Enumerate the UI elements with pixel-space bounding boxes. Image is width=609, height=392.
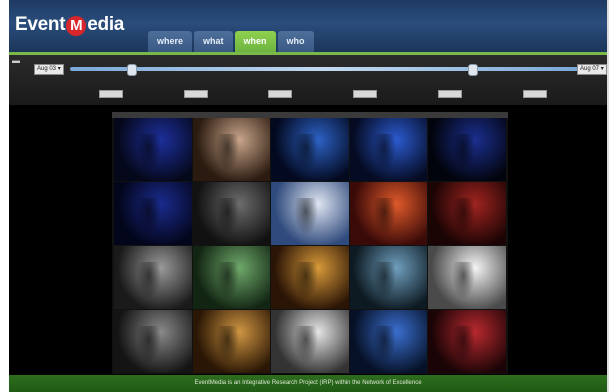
- collapse-icon[interactable]: ▬: [12, 57, 20, 65]
- photo-thumbnail[interactable]: [114, 182, 192, 245]
- eventmedia-app: Event Media where what when who ▬ Aug 03 …: [9, 0, 607, 392]
- photo-thumbnail[interactable]: [349, 246, 428, 309]
- photo-thumbnail[interactable]: [271, 182, 349, 245]
- photo-thumbnail[interactable]: [349, 310, 428, 373]
- tab-what[interactable]: what: [194, 31, 233, 52]
- end-date-label: Aug 07: [580, 66, 600, 72]
- photo-thumbnail[interactable]: [271, 310, 349, 373]
- photo-thumbnail[interactable]: [271, 246, 349, 309]
- browser-viewport: Event Media where what when who ▬ Aug 03 …: [0, 0, 609, 392]
- timeline-tick: [99, 90, 123, 98]
- tab-when[interactable]: when: [234, 31, 276, 52]
- footer-text-after: Network of Excellence: [362, 380, 422, 386]
- end-date-select[interactable]: Aug 07 ▾: [577, 64, 607, 75]
- timeline-panel: ▬ Aug 03 ▾ Aug 07 ▾: [9, 55, 607, 105]
- start-date-label: Aug 03: [37, 66, 57, 72]
- tab-who[interactable]: who: [277, 31, 314, 52]
- photo-thumbnail[interactable]: [192, 118, 271, 181]
- logo-text-edia: edia: [87, 14, 125, 35]
- timeline-tick: [353, 90, 377, 98]
- photo-thumbnail[interactable]: [428, 182, 506, 245]
- footer: EventMedia is an Integrative Research Pr…: [9, 375, 607, 392]
- facet-tabs: where what when who: [148, 31, 314, 52]
- photo-thumbnail[interactable]: [114, 310, 192, 373]
- logo-text-event: Event: [15, 14, 66, 35]
- timeline-tick: [184, 90, 208, 98]
- timeline-ticks: [9, 90, 607, 100]
- heart-icon: M: [66, 16, 87, 36]
- end-range-handle[interactable]: [468, 64, 479, 76]
- timeline-tick: [438, 90, 462, 98]
- photo-thumbnail[interactable]: [428, 246, 506, 309]
- start-range-handle[interactable]: [127, 64, 138, 76]
- photo-thumbnail[interactable]: [428, 310, 506, 373]
- photo-thumbnail[interactable]: [428, 118, 506, 181]
- date-range-slider[interactable]: [70, 67, 579, 71]
- photo-thumbnail[interactable]: [114, 118, 192, 181]
- photo-thumbnail[interactable]: [192, 246, 271, 309]
- photo-thumbnail[interactable]: [114, 246, 192, 309]
- timeline-tick: [523, 90, 547, 98]
- photo-thumbnail[interactable]: [192, 182, 271, 245]
- photo-thumbnail[interactable]: [349, 182, 428, 245]
- timeline-tick: [268, 90, 292, 98]
- footer-text-before: EventMedia is an Integrative Research Pr…: [194, 380, 361, 386]
- photo-thumbnail[interactable]: [192, 310, 271, 373]
- photo-thumbnail[interactable]: [271, 118, 349, 181]
- start-date-select[interactable]: Aug 03 ▾: [34, 64, 64, 75]
- eventmedia-logo[interactable]: Event Media: [15, 14, 124, 36]
- tab-where[interactable]: where: [148, 31, 193, 52]
- photo-thumbnail[interactable]: [349, 118, 428, 181]
- header: Event Media where what when who: [9, 0, 607, 52]
- photo-grid: [114, 118, 506, 373]
- photo-gallery: [112, 112, 508, 374]
